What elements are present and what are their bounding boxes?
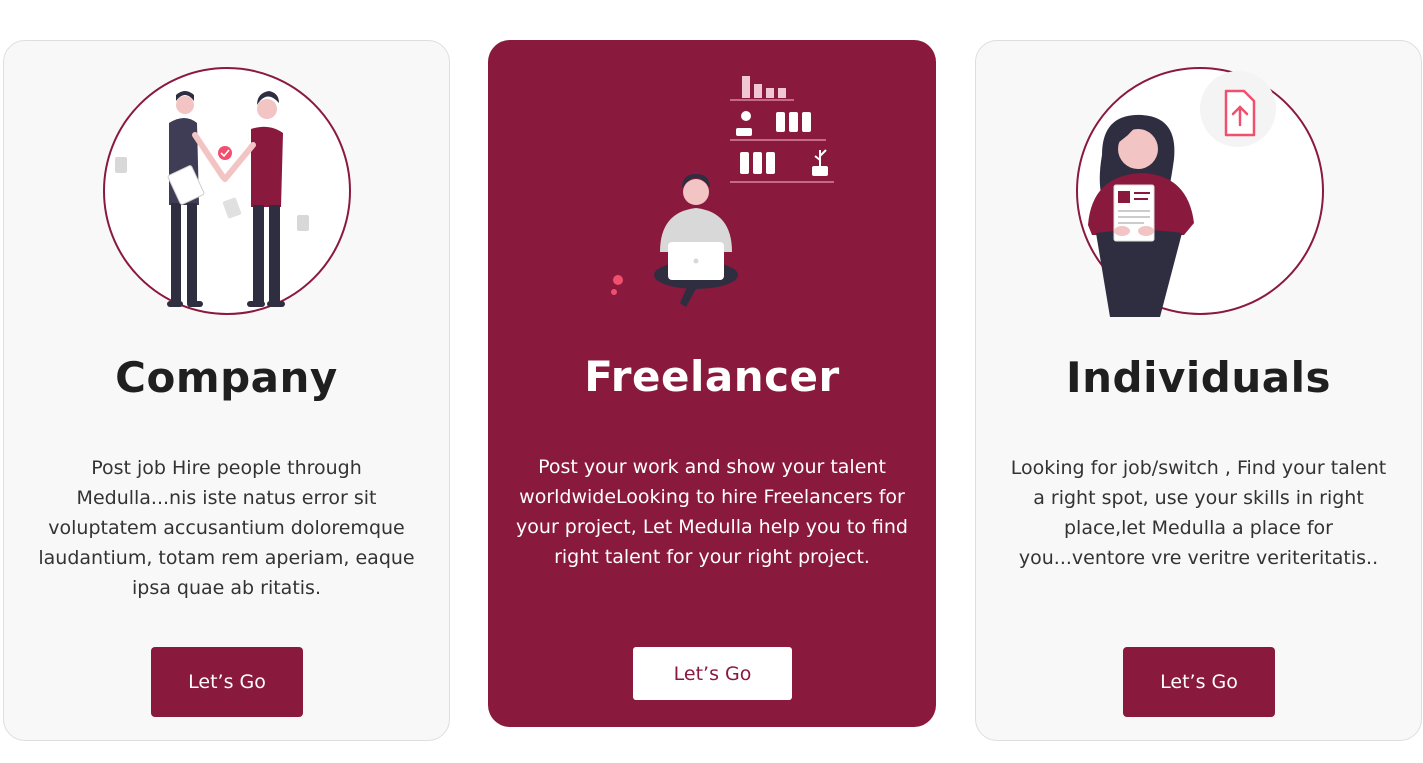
resume-upload-illustration (1074, 65, 1326, 317)
laptop-worker-illustration (608, 70, 848, 331)
individuals-card: Individuals Looking for job/switch , Fin… (975, 40, 1422, 741)
company-lets-go-button[interactable]: Let’s Go (151, 647, 303, 717)
card-description: Post your work and show your talent worl… (516, 456, 908, 568)
freelancer-card: Freelancer Post your work and show your … (488, 40, 936, 727)
card-description: Post job Hire people through Medulla...n… (38, 457, 415, 599)
company-card: Company Post job Hire people through Med… (3, 40, 450, 741)
handshake-illustration (101, 65, 353, 317)
card-title: Individuals (1066, 353, 1331, 402)
freelancer-lets-go-button[interactable]: Let’s Go (633, 647, 792, 700)
card-title: Company (115, 353, 338, 402)
individuals-lets-go-button[interactable]: Let’s Go (1123, 647, 1275, 717)
card-title: Freelancer (584, 352, 840, 401)
card-description: Looking for job/switch , Find your talen… (1010, 457, 1387, 569)
